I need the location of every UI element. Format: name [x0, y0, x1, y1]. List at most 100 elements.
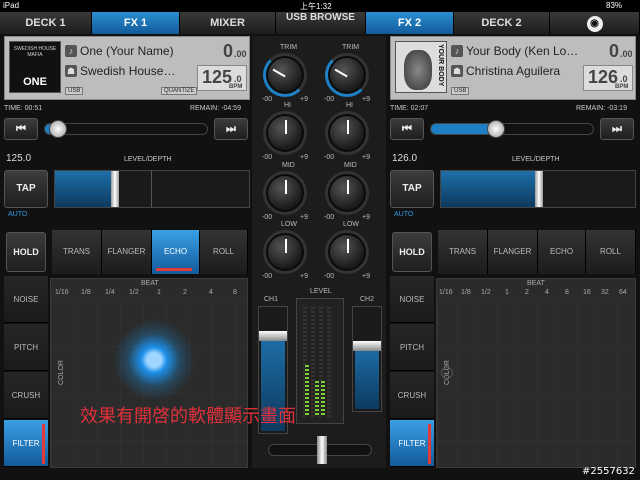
deck2-playhead[interactable] — [486, 120, 505, 138]
watermark-id: #2557632 — [582, 466, 635, 477]
tab-mixer[interactable]: MIXER — [180, 12, 276, 34]
fx2-side-noise[interactable]: NOISE — [390, 276, 434, 323]
deck1-level-depth-slider[interactable] — [54, 170, 250, 208]
meter-bar-2 — [315, 381, 319, 417]
tab-deck1[interactable]: DECK 1 — [0, 12, 92, 34]
fx1-side-crush[interactable]: CRUSH — [4, 372, 48, 419]
fx1-side-pitch[interactable]: PITCH — [4, 324, 48, 371]
deck2-tap-button[interactable]: TAP — [390, 170, 434, 208]
crossfader[interactable] — [268, 436, 372, 464]
tab-deck2[interactable]: DECK 2 — [454, 12, 550, 34]
deck1-level-big: 0 — [223, 41, 234, 61]
fx2-side-crush[interactable]: CRUSH — [390, 372, 434, 419]
mixer-mid-label-2: MID — [344, 162, 357, 169]
deck1-bpm-dec: .0 — [234, 74, 242, 84]
deck2-next-button[interactable]: ⏭ — [600, 118, 634, 140]
fx2-side-pitch[interactable]: PITCH — [390, 324, 434, 371]
deck1-tap-button[interactable]: TAP — [4, 170, 48, 208]
knob-min-label: -00 — [262, 273, 273, 280]
tab-fx2[interactable]: FX 2 — [366, 12, 454, 34]
fx1-effect-roll[interactable]: ROLL — [200, 230, 248, 274]
mixer-trim-knob-1[interactable] — [263, 53, 307, 97]
deck2-level-handle[interactable] — [535, 171, 543, 207]
deck1-quantize-badge[interactable]: QUANTIZE — [161, 87, 198, 95]
knob-max-label: +9 — [300, 154, 308, 161]
deck1-title: One (Your Name) — [80, 44, 174, 58]
fx2-touch-point[interactable] — [441, 367, 453, 379]
ch1-fader-handle[interactable] — [259, 331, 287, 341]
knob-pointer — [347, 239, 349, 253]
skip-forward-icon: ⏭ — [612, 123, 622, 135]
tab-usb-browse[interactable]: USB BROWSE — [276, 12, 366, 34]
deck2-bpm-box: 126 .0 BPM — [583, 65, 633, 91]
knob-min-label: -00 — [324, 154, 335, 161]
tab-fx1[interactable]: FX 1 — [92, 12, 180, 34]
deck2-remain: REMAIN: -03:19 — [576, 105, 627, 112]
deck1-remain: REMAIN: -04:59 — [190, 105, 241, 112]
fx2-effect-roll[interactable]: ROLL — [586, 230, 636, 274]
fx1-hold-button[interactable]: HOLD — [6, 232, 46, 272]
ch2-fader-handle[interactable] — [353, 341, 381, 351]
tab-broadcast[interactable]: ◉ — [550, 12, 640, 34]
deck1-prev-button[interactable]: ⏮ — [4, 118, 38, 140]
battery-label: 83% — [606, 1, 623, 10]
knob-max-label: +9 — [362, 154, 370, 161]
deck2-artwork: YOUR BODY — [395, 41, 447, 93]
crossfader-handle[interactable] — [317, 436, 327, 464]
deck2-prev-button[interactable]: ⏮ — [390, 118, 424, 140]
skip-forward-icon: ⏭ — [226, 123, 236, 135]
mixer-mid-knob-1[interactable] — [263, 171, 307, 215]
knob-min-label: -00 — [324, 214, 335, 221]
deck1-playhead[interactable] — [48, 120, 67, 138]
mixer-mid-knob-2[interactable] — [325, 171, 369, 215]
deck2-level-depth-slider[interactable] — [440, 170, 636, 208]
fx1-effect-flanger[interactable]: FLANGER — [102, 230, 152, 274]
fx2-beat-1: 1 — [505, 289, 509, 296]
mixer-hi-knob-2[interactable] — [325, 111, 369, 155]
knob-pointer — [285, 180, 287, 194]
fx1-beat-1-4: 1/4 — [105, 289, 115, 296]
fx2-xy-pad[interactable]: BEAT 1/16 1/8 1/2 1 2 4 8 16 32 64 COLOR — [436, 278, 636, 468]
fx2-filter-indicator — [428, 424, 431, 464]
fx1-effect-trans[interactable]: TRANS — [52, 230, 102, 274]
deck2-auto-label[interactable]: AUTO — [394, 211, 413, 218]
meter-bar-1 — [305, 365, 309, 417]
knob-max-label: +9 — [362, 273, 370, 280]
fx1-side-noise[interactable]: NOISE — [4, 276, 48, 323]
deck2-tempo: 126.0 — [392, 153, 418, 164]
fx1-xy-pad[interactable]: BEAT 1/16 1/8 1/4 1/2 1 2 4 8 COLOR — [50, 278, 248, 468]
fx2-effect-flanger[interactable]: FLANGER — [488, 230, 538, 274]
mixer-low-knob-2[interactable] — [325, 230, 369, 274]
deck2-time: TIME: 02:07 — [390, 105, 429, 112]
deck2-bpm-unit: BPM — [615, 84, 629, 90]
ch2-fader[interactable] — [352, 306, 382, 412]
deck2-progress-bar[interactable] — [430, 120, 594, 138]
knob-min-label: -00 — [324, 96, 335, 103]
fx1-beat-2: 2 — [183, 289, 187, 296]
deck1-level-handle[interactable] — [111, 171, 119, 207]
deck1-time: TIME: 00:51 — [4, 105, 43, 112]
deck1-auto-label[interactable]: AUTO — [8, 211, 27, 218]
deck1-next-button[interactable]: ⏭ — [214, 118, 248, 140]
fx2-hold-button[interactable]: HOLD — [392, 232, 432, 272]
knob-max-label: +9 — [300, 273, 308, 280]
deck1-progress-bar[interactable] — [44, 120, 208, 138]
knob-max-label: +9 — [362, 96, 370, 103]
mixer-ch1-label: CH1 — [264, 296, 279, 303]
mixer-hi-knob-1[interactable] — [263, 111, 307, 155]
fx2-effect-echo[interactable]: ECHO — [538, 230, 586, 274]
deck1-level-fill — [55, 171, 113, 207]
fx1-beat-label: BEAT — [141, 280, 159, 287]
deck2-art-figure — [404, 50, 432, 90]
deck2-title: Your Body (Ken Lo… — [466, 44, 579, 58]
mixer-trim-label-2: TRIM — [342, 44, 360, 51]
fx1-beat-4: 4 — [209, 289, 213, 296]
music-note-icon: ♪ — [65, 45, 77, 57]
mixer-low-knob-1[interactable] — [263, 230, 307, 274]
mixer-trim-knob-2[interactable] — [325, 53, 369, 97]
fx1-touch-point[interactable] — [113, 319, 195, 401]
deck1-bpm-box: 125 .0 BPM — [197, 65, 247, 91]
fx2-beat-4: 4 — [545, 289, 549, 296]
music-note-icon: ♪ — [451, 45, 463, 57]
fx2-effect-trans[interactable]: TRANS — [438, 230, 488, 274]
